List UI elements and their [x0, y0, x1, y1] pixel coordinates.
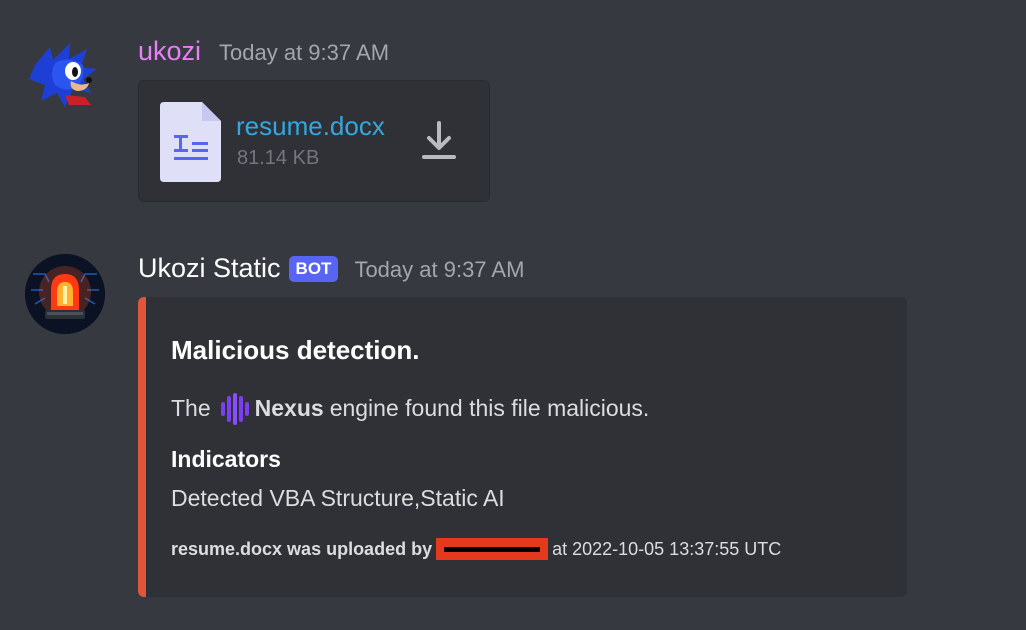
- embed-footer: resume.docx was uploaded by at 2022-10-0…: [171, 538, 781, 560]
- message-timestamp[interactable]: Today at 9:37 AM: [354, 257, 524, 283]
- description-suffix: engine found this file malicious.: [329, 394, 650, 421]
- bot-badge: BOT: [288, 256, 339, 282]
- embed-accent-bar: [138, 297, 146, 597]
- download-icon[interactable]: [421, 121, 457, 161]
- username[interactable]: ukozi: [138, 36, 201, 67]
- avatar-ukozi[interactable]: [25, 35, 105, 115]
- message-header-2: Ukozi Static BOT Today at 9:37 AM: [138, 253, 524, 285]
- file-attachment: resume.docx 81.14 KB: [138, 80, 490, 202]
- engine-name: Nexus: [254, 394, 324, 421]
- document-icon: [160, 102, 221, 182]
- sonic-avatar-icon: [25, 35, 105, 115]
- detection-embed: Malicious detection. The Nexus engine fo…: [138, 297, 907, 597]
- alarm-siren-icon: [25, 254, 105, 334]
- embed-field-name: Indicators: [171, 446, 281, 472]
- chat-view: ukozi Today at 9:37 AM resume.docx 81.14…: [0, 0, 1026, 630]
- file-size: 81.14 KB: [237, 147, 320, 169]
- footer-prefix: resume.docx was uploaded by: [171, 538, 433, 559]
- message-timestamp[interactable]: Today at 9:37 AM: [219, 40, 389, 66]
- embed-description: The Nexus engine found this file malicio…: [171, 392, 650, 425]
- redacted-username: [436, 538, 549, 560]
- embed-field-value: Detected VBA Structure,Static AI: [171, 485, 505, 511]
- embed-title: Malicious detection.: [171, 335, 420, 365]
- footer-suffix: at 2022-10-05 13:37:55 UTC: [552, 538, 782, 559]
- file-name-link[interactable]: resume.docx: [236, 111, 385, 142]
- nexus-logo-icon: [220, 393, 249, 425]
- avatar-ukozi-static[interactable]: [25, 254, 105, 334]
- message-header-1: ukozi Today at 9:37 AM: [138, 36, 389, 67]
- description-prefix: The: [171, 394, 211, 421]
- username[interactable]: Ukozi Static: [138, 253, 281, 284]
